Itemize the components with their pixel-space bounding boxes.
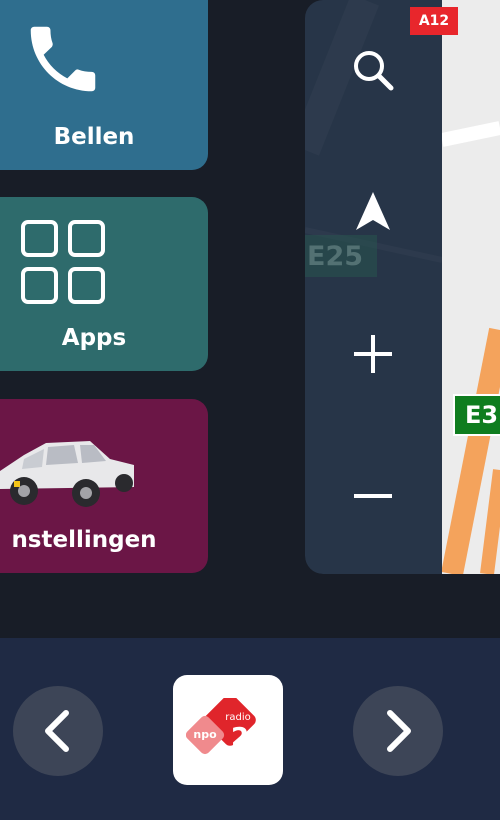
apps-tile-label: Apps <box>61 325 127 351</box>
map-panel[interactable]: E25 A12 E3 <box>305 0 500 574</box>
zoom-out-icon <box>354 494 392 498</box>
svg-text:radio: radio <box>225 712 250 723</box>
zoom-in-button[interactable] <box>343 324 403 384</box>
road-shield-e3: E3 <box>453 394 500 436</box>
radio-station-tile[interactable]: npo radio 2 <box>173 675 283 785</box>
media-bar: npo radio 2 <box>0 638 500 820</box>
phone-tile-label: Bellen <box>53 124 135 150</box>
next-button[interactable] <box>353 686 443 776</box>
map-search-button[interactable] <box>343 40 403 100</box>
chevron-left-icon <box>45 710 69 752</box>
phone-icon <box>20 16 106 108</box>
recenter-button[interactable] <box>343 182 403 242</box>
apps-tile[interactable]: Apps <box>0 197 208 371</box>
zoom-in-icon <box>354 335 392 373</box>
map-view[interactable] <box>442 0 500 574</box>
svg-text:2: 2 <box>231 723 249 753</box>
settings-tile[interactable]: nstellingen <box>0 399 208 573</box>
settings-tile-label: nstellingen <box>11 527 157 553</box>
navigation-arrow-icon <box>356 192 390 230</box>
zoom-out-button[interactable] <box>343 466 403 526</box>
chevron-right-icon <box>387 710 411 752</box>
npo-radio-2-logo: npo radio 2 <box>186 698 256 755</box>
phone-tile[interactable]: Bellen <box>0 0 208 170</box>
car-icon <box>0 419 138 515</box>
svg-text:npo: npo <box>193 728 217 741</box>
search-icon <box>354 51 394 91</box>
road-shield-a12: A12 <box>410 7 458 35</box>
apps-grid-icon <box>20 219 110 315</box>
previous-button[interactable] <box>13 686 103 776</box>
